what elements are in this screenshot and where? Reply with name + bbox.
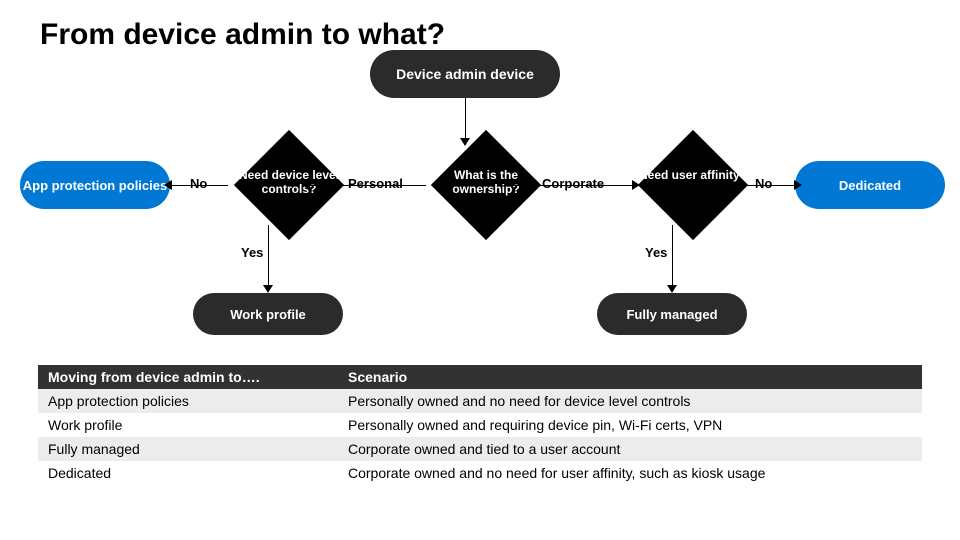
edge-label-corporate: Corporate [542,176,604,191]
outcome-label: Dedicated [839,178,901,193]
outcome-fully-managed: Fully managed [597,293,747,335]
arrow-head [794,180,802,190]
table-cell: Corporate owned and tied to a user accou… [338,437,922,461]
arrow-head [164,180,172,190]
table-header-cell: Moving from device admin to…. [38,365,338,389]
edge-label-controls-no: No [190,176,207,191]
outcome-app-protection: App protection policies [20,161,170,209]
edge-affinity-to-dedicated [712,185,794,186]
arrow-head [302,180,310,190]
table-cell: Corporate owned and no need for user aff… [338,461,922,485]
table-cell: Personally owned and no need for device … [338,389,922,413]
table-row: Work profile Personally owned and requir… [38,413,922,437]
node-label: Device admin device [396,66,534,82]
edge-source-to-ownership [465,98,466,138]
outcome-work-profile: Work profile [193,293,343,335]
table-row: App protection policies Personally owned… [38,389,922,413]
edge-affinity-to-fully-managed [672,225,673,285]
edge-label-affinity-yes: Yes [645,245,667,260]
decision-label: Need user affinity? [633,168,753,182]
slide: From device admin to what? Device admin … [0,0,960,540]
flowchart: Device admin device Need device level co… [0,30,960,360]
arrow-head [632,180,640,190]
node-device-admin: Device admin device [370,50,560,98]
outcome-label: App protection policies [23,178,167,193]
table-cell: Work profile [38,413,338,437]
table-cell: Dedicated [38,461,338,485]
edge-label-personal: Personal [348,176,403,191]
table-row: Dedicated Corporate owned and no need fo… [38,461,922,485]
edge-controls-to-work-profile [268,225,269,285]
edge-label-affinity-no: No [755,176,772,191]
outcome-label: Fully managed [626,307,717,322]
decision-label: What is the ownership? [426,168,546,196]
scenario-table: Moving from device admin to…. Scenario A… [38,365,922,485]
table-header-cell: Scenario [338,365,922,389]
arrow-head [460,138,470,146]
decision-label: Need device level controls? [229,168,349,196]
outcome-label: Work profile [230,307,306,322]
arrow-head [667,285,677,293]
table-cell: Personally owned and requiring device pi… [338,413,922,437]
edge-label-controls-yes: Yes [241,245,263,260]
table-cell: Fully managed [38,437,338,461]
table-row: Fully managed Corporate owned and tied t… [38,437,922,461]
table-header-row: Moving from device admin to…. Scenario [38,365,922,389]
table-cell: App protection policies [38,389,338,413]
outcome-dedicated: Dedicated [795,161,945,209]
arrow-head [263,285,273,293]
